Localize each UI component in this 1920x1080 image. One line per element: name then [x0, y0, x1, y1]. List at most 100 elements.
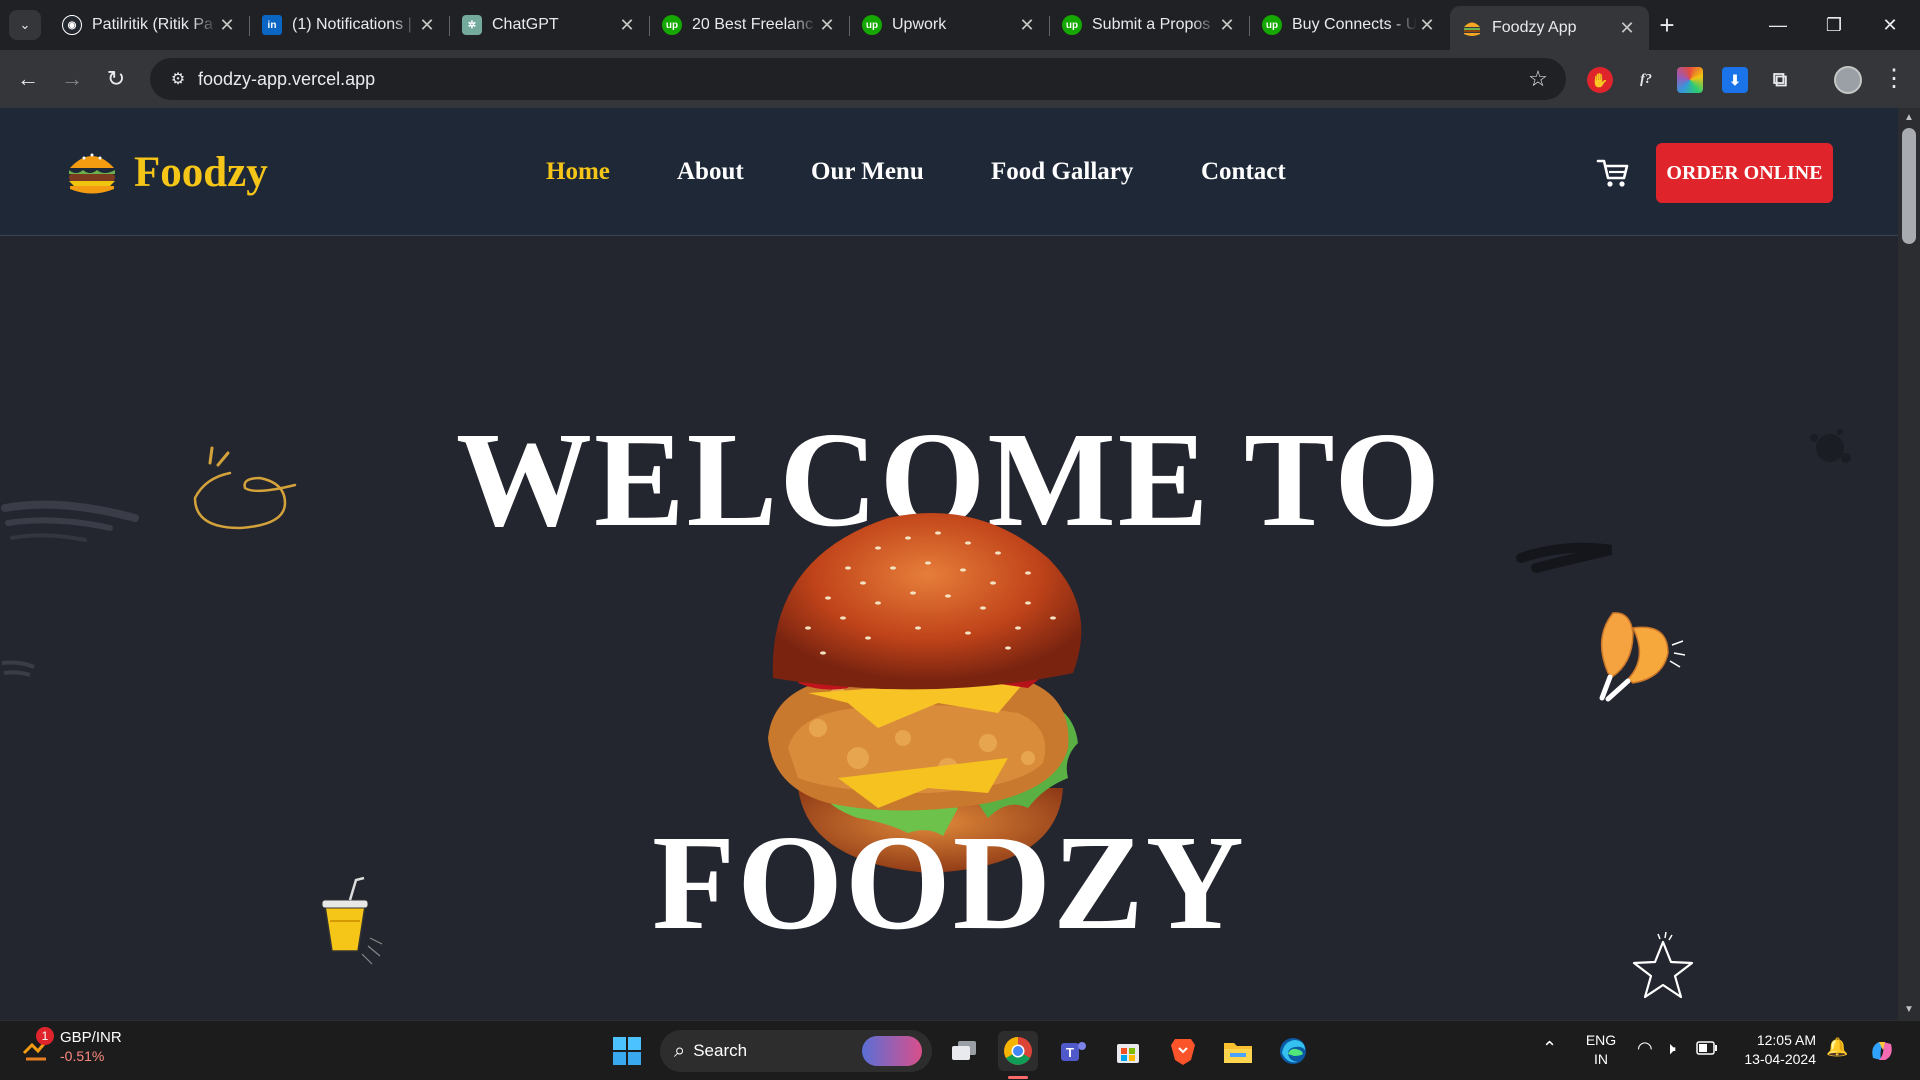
copilot-icon[interactable]	[1862, 1031, 1902, 1071]
tab-chatgpt[interactable]: ✲ ChatGPT ✕	[450, 8, 649, 42]
clock-date: 13-04-2024	[1744, 1051, 1816, 1067]
tab-title: (1) Notifications |	[292, 16, 412, 33]
tab-upwork[interactable]: up Upwork ✕	[850, 8, 1049, 42]
browser-toolbar: ← → ↻ ⚙ foodzy-app.vercel.app ☆ ✋ f? ⬇ ⧉	[0, 50, 1920, 108]
tab-upwork-proposal[interactable]: up Submit a Propos ✕	[1050, 8, 1249, 42]
tab-title: Patilritik (Ritik Pa	[92, 16, 213, 33]
profile-avatar[interactable]	[1834, 66, 1862, 94]
windows-start-icon[interactable]	[607, 1031, 647, 1071]
linkedin-icon: in	[262, 15, 282, 35]
close-icon[interactable]: ✕	[1417, 15, 1437, 36]
address-bar[interactable]: ⚙ foodzy-app.vercel.app ☆	[150, 58, 1566, 100]
teams-icon[interactable]: T	[1053, 1031, 1093, 1071]
github-icon: ◉	[62, 15, 82, 35]
burger-icon	[1462, 18, 1482, 38]
page-viewport: Foodzy Home About Our Menu Food Gallary …	[0, 108, 1898, 1020]
nav-home[interactable]: Home	[546, 158, 610, 186]
brave-icon[interactable]	[1163, 1031, 1203, 1071]
tab-upwork-connects[interactable]: up Buy Connects - U ✕	[1250, 8, 1449, 42]
extensions-puzzle-icon[interactable]: ⧉	[1767, 67, 1793, 93]
download-extension-icon[interactable]: ⬇	[1722, 67, 1748, 93]
close-icon[interactable]: ✕	[1017, 15, 1037, 36]
adblock-extension-icon[interactable]: ✋	[1587, 67, 1613, 93]
forward-button[interactable]: →	[56, 63, 88, 95]
close-icon[interactable]: ✕	[617, 15, 637, 36]
url-text[interactable]: foodzy-app.vercel.app	[198, 69, 1518, 90]
upwork-icon: up	[662, 15, 682, 35]
close-icon[interactable]: ✕	[817, 15, 837, 36]
scroll-up-arrow-icon[interactable]: ▲	[1902, 112, 1916, 123]
tab-title: Buy Connects - U	[1292, 16, 1417, 33]
site-logo[interactable]: Foodzy	[66, 146, 268, 198]
scroll-down-arrow-icon[interactable]: ▼	[1902, 1004, 1916, 1015]
tab-linkedin[interactable]: in (1) Notifications | ✕	[250, 8, 449, 42]
nav-contact[interactable]: Contact	[1201, 158, 1286, 186]
close-window-button[interactable]: ✕	[1862, 0, 1918, 50]
microsoft-store-icon[interactable]	[1108, 1031, 1148, 1071]
back-button[interactable]: ←	[12, 63, 44, 95]
font-extension-icon[interactable]: f?	[1633, 67, 1659, 93]
minimize-button[interactable]: —	[1750, 0, 1806, 50]
edge-icon[interactable]	[1273, 1031, 1313, 1071]
scrollbar-thumb[interactable]	[1902, 128, 1916, 244]
upwork-icon: up	[1262, 15, 1282, 35]
taskbar-search-box[interactable]: ⌕ Search	[660, 1030, 932, 1072]
hero-heading-line2: FOODZY	[652, 808, 1246, 958]
close-icon[interactable]: ✕	[217, 15, 237, 36]
chatgpt-icon: ✲	[462, 15, 482, 35]
nav-about[interactable]: About	[677, 158, 744, 186]
tab-upwork-freelance[interactable]: up 20 Best Freelanc ✕	[650, 8, 849, 42]
brush-stroke-decoration	[1, 660, 35, 677]
show-hidden-icons-chevron[interactable]: ⌃	[1542, 1039, 1557, 1058]
reload-button[interactable]: ↻	[100, 63, 132, 95]
svg-text:T: T	[1066, 1045, 1074, 1060]
cart-icon[interactable]	[1596, 156, 1630, 190]
menu-kebab-icon[interactable]: ⋮	[1882, 64, 1906, 94]
active-app-indicator	[1008, 1076, 1028, 1079]
tab-title: 20 Best Freelanc	[692, 16, 813, 33]
color-picker-extension-icon[interactable]	[1677, 67, 1703, 93]
widget-title: GBP/INR	[60, 1029, 122, 1046]
chicken-leg-doodle	[1599, 612, 1686, 702]
site-header: Foodzy Home About Our Menu Food Gallary …	[0, 108, 1898, 236]
notification-bell-icon[interactable]: 🔔	[1826, 1038, 1848, 1057]
burger-logo-icon	[69, 153, 115, 194]
scrollbar-track[interactable]	[1898, 108, 1920, 1020]
search-highlight-image	[862, 1036, 922, 1066]
chrome-taskbar-icon[interactable]	[998, 1031, 1038, 1071]
brand-name: Foodzy	[134, 148, 268, 196]
region-code: IN	[1594, 1051, 1608, 1067]
language-code: ENG	[1585, 1032, 1617, 1048]
new-tab-button[interactable]: +	[1652, 10, 1682, 40]
tab-title: Foodzy App	[1492, 19, 1577, 36]
bookmark-star-icon[interactable]: ☆	[1518, 66, 1558, 92]
order-online-button[interactable]: ORDER ONLINE	[1656, 143, 1833, 203]
tab-strip: ⌄ ◉ Patilritik (Ritik Pa ✕ in (1) Notifi…	[0, 0, 1920, 50]
tab-title: Submit a Propos	[1092, 16, 1211, 33]
clock[interactable]: 12:05 AM 13-04-2024	[1740, 1031, 1816, 1069]
upwork-icon: up	[1062, 15, 1082, 35]
tab-foodzy[interactable]: Foodzy App ✕	[1450, 6, 1649, 50]
stock-widget[interactable]: 1 GBP/INR -0.51%	[22, 1026, 122, 1064]
close-icon[interactable]: ✕	[417, 15, 437, 36]
task-view-icon[interactable]	[944, 1031, 984, 1071]
close-icon[interactable]: ✕	[1617, 18, 1637, 39]
battery-icon[interactable]	[1696, 1041, 1718, 1060]
widget-value: -0.51%	[60, 1048, 105, 1064]
upwork-icon: up	[862, 15, 882, 35]
volume-muted-icon[interactable]: 🕨	[1665, 1039, 1676, 1058]
tab-search-button[interactable]: ⌄	[9, 10, 41, 40]
close-icon[interactable]: ✕	[1217, 15, 1237, 36]
nav-food-gallary[interactable]: Food Gallary	[991, 158, 1133, 186]
windows-taskbar: 1 GBP/INR -0.51% ⌕ Search T ⌃ ENG IN ◠ 🕨…	[0, 1020, 1920, 1080]
restore-button[interactable]: ❐	[1806, 0, 1862, 50]
stock-trend-icon: 1	[22, 1026, 54, 1061]
language-indicator[interactable]: ENG IN	[1580, 1031, 1622, 1069]
search-label: Search	[693, 1041, 748, 1060]
wifi-icon[interactable]: ◠	[1637, 1039, 1653, 1058]
file-explorer-icon[interactable]	[1218, 1031, 1258, 1071]
site-info-icon[interactable]: ⚙	[158, 69, 198, 89]
nav-our-menu[interactable]: Our Menu	[811, 158, 924, 186]
tab-title: Upwork	[892, 16, 947, 33]
tab-github[interactable]: ◉ Patilritik (Ritik Pa ✕	[50, 8, 249, 42]
